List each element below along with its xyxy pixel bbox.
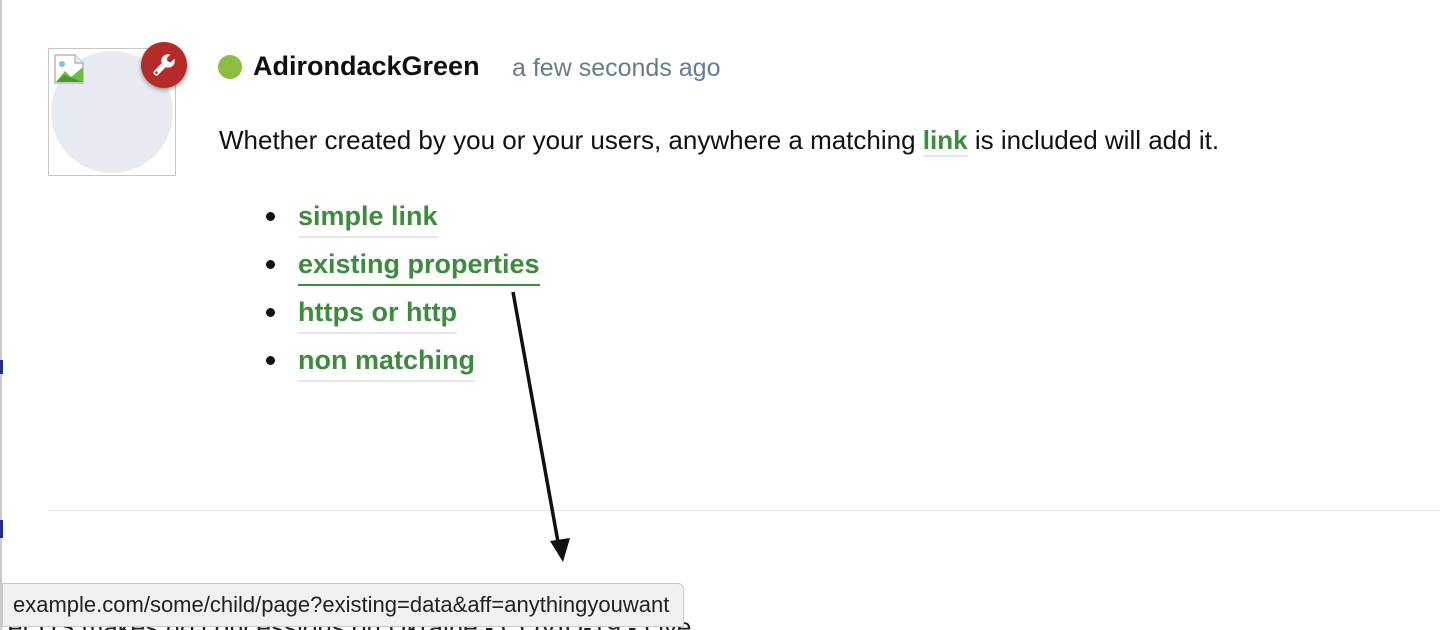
- broken-image-icon: [54, 54, 84, 84]
- post-username[interactable]: AdirondackGreen: [253, 48, 480, 84]
- annotation-arrow: [511, 291, 570, 562]
- message-link[interactable]: link: [922, 125, 968, 157]
- message-text-before: Whether created by you or your users, an…: [219, 125, 923, 155]
- online-status-dot: [218, 55, 242, 79]
- browser-viewport: AdirondackGreen a few seconds ago Whethe…: [0, 0, 1440, 630]
- bullet: [266, 212, 275, 221]
- bullet: [266, 260, 275, 269]
- link-simple[interactable]: simple link: [298, 196, 438, 238]
- left-edge-mark: [0, 520, 3, 538]
- link-status-bar: example.com/some/child/page?existing=dat…: [2, 583, 685, 627]
- link-non-matching[interactable]: non matching: [298, 340, 475, 382]
- link-https-or-http[interactable]: https or http: [298, 292, 457, 334]
- post-divider: [48, 510, 1440, 511]
- admin-badge: [141, 42, 187, 88]
- post-timestamp[interactable]: a few seconds ago: [512, 50, 720, 86]
- left-edge-mark: [0, 360, 3, 374]
- bullet: [266, 356, 275, 365]
- wrench-icon: [153, 54, 175, 76]
- message-text-after: is included will add it.: [967, 125, 1220, 155]
- post-message: Whether created by you or your users, an…: [219, 122, 1219, 158]
- bullet: [266, 308, 275, 317]
- link-existing-properties[interactable]: existing properties: [298, 244, 540, 286]
